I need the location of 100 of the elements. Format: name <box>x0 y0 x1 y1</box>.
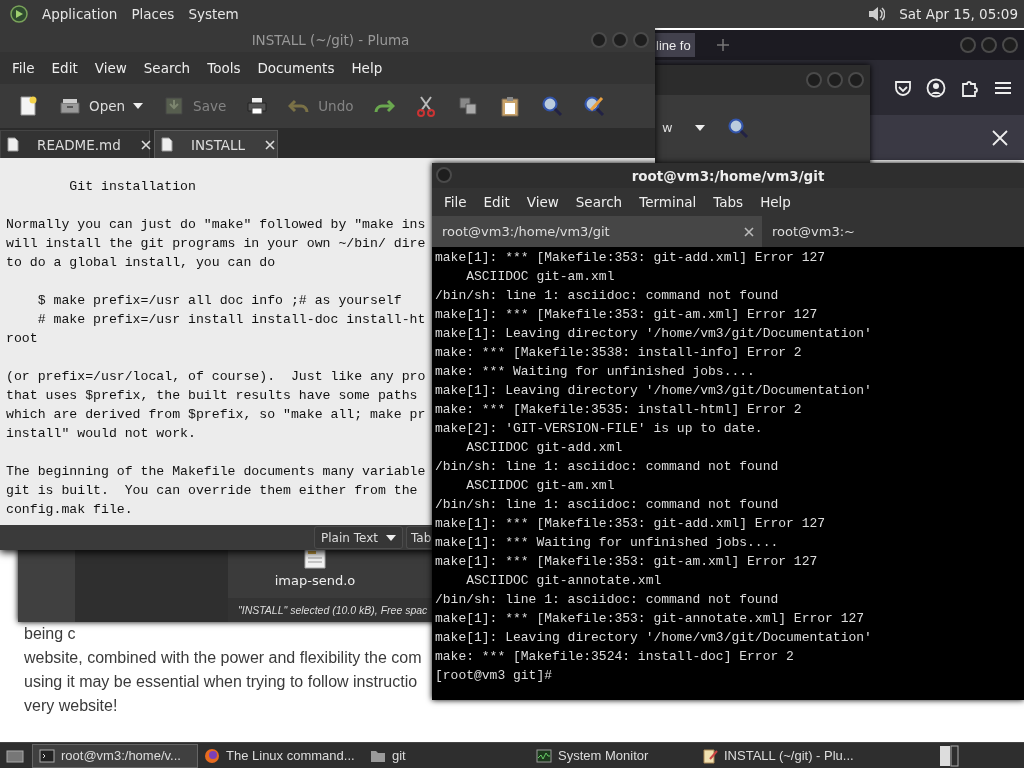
menu-item[interactable]: Help <box>760 194 791 210</box>
menu-item[interactable]: View <box>526 194 559 210</box>
menu-item[interactable]: Documents <box>257 60 335 76</box>
editor-line: which are derived from $prefix, so "make all; make pr <box>6 406 426 424</box>
tab-width-button[interactable]: Tab <box>405 526 432 549</box>
editor-line: The beginning of the Makefile documents many variable <box>6 463 426 481</box>
taskbar-item[interactable]: git <box>364 743 530 768</box>
panel-menu[interactable]: System <box>188 6 239 22</box>
document-tab[interactable]: INSTALL <box>154 130 278 158</box>
editor-line: Normally you can just do "make" followed by "make ins <box>6 216 426 234</box>
clock[interactable]: Sat Apr 15, 05:09 <box>899 6 1018 22</box>
close-icon[interactable] <box>744 226 754 237</box>
editor-line: (or prefix=/usr/local, of course). Just like any pro <box>6 368 426 386</box>
menu-item[interactable]: Tabs <box>713 194 744 210</box>
terminal-line: make[1]: *** [Makefile:353: git-am.xml] Error 127 <box>435 306 819 324</box>
terminal-line: ASCIIDOC git-am.xml <box>465 477 616 495</box>
open-button[interactable]: Open <box>50 88 153 124</box>
editor-line: to do a global install, you can do <box>6 254 276 272</box>
editor-line: $ make prefix=/usr all doc info ;# as yourself <box>36 292 402 310</box>
file-name[interactable]: imap-send.o <box>274 573 356 588</box>
caret-icon <box>133 103 144 109</box>
shield-icon[interactable] <box>894 78 912 97</box>
page-text: website, combined with the power and flexibility the com <box>24 648 422 668</box>
page-text: using it may be essential when trying to follow instructio <box>24 672 418 692</box>
terminal-line: [root@vm3 git]# <box>435 667 554 685</box>
terminal-line: make[1]: *** [Makefile:353: git-add.xml] Error 127 <box>435 249 827 267</box>
taskbar-label: System Monitor <box>558 748 649 763</box>
editor-line: will install the git programs in your own ~/bin/ dire <box>6 235 426 253</box>
menu-item[interactable]: Help <box>351 60 383 76</box>
search-icon <box>726 116 749 139</box>
terminal-icon <box>39 747 55 764</box>
editor-line: # make prefix=/usr install install-doc install-ht <box>36 311 426 329</box>
terminal-line: ASCIIDOC git-am.xml <box>465 268 616 286</box>
editor-line: that uses $prefix, the built results have some paths <box>6 387 418 405</box>
panel-menu[interactable]: Application <box>42 6 118 22</box>
terminal-line: make[1]: Leaving directory '/home/vm3/git/Documentation' <box>435 382 873 400</box>
taskbar-label: git <box>392 748 406 763</box>
menu-item[interactable]: Terminal <box>639 194 697 210</box>
desktop-icon <box>6 747 24 764</box>
terminal-line: make[1]: Leaving directory '/home/vm3/git/Documentation' <box>435 325 873 343</box>
editor-line: git is built. You can override them either from the <box>6 482 418 500</box>
page-text: being c <box>24 624 76 644</box>
terminal-line: make[1]: Leaving directory '/home/vm3/git/Documentation' <box>435 629 873 647</box>
taskbar-label: The Linux command... <box>226 748 355 763</box>
tab-label: root@vm3:~ <box>772 224 856 239</box>
browser-tab[interactable]: line fo <box>652 33 695 57</box>
taskbar-item[interactable]: root@vm3:/home/v... <box>32 743 198 768</box>
terminal-line: make: *** [Makefile:3524: install-doc] Error 2 <box>435 648 795 666</box>
terminal-line: make[2]: 'GIT-VERSION-FILE' is up to date. <box>435 420 764 438</box>
language-button[interactable]: Plain Text <box>314 526 403 549</box>
terminal-tab[interactable]: root@vm3:~ <box>762 216 1024 247</box>
document-icon <box>161 137 173 152</box>
taskbar-item[interactable]: The Linux command... <box>198 743 364 768</box>
globe-icon <box>204 747 220 764</box>
workspace-icon[interactable] <box>938 744 960 767</box>
menu-icon[interactable] <box>994 79 1012 96</box>
terminal-line: ASCIIDOC git-add.xml <box>465 439 624 457</box>
menu-item[interactable]: File <box>444 194 467 210</box>
taskbar-label: INSTALL (~/git) - Plu... <box>724 748 854 763</box>
menu-item[interactable]: Search <box>575 194 623 210</box>
terminal-line: /bin/sh: line 1: asciidoc: command not found <box>435 496 780 514</box>
menu-item[interactable]: View <box>94 60 127 76</box>
chart-icon <box>536 747 552 764</box>
terminal-line: /bin/sh: line 1: asciidoc: command not found <box>435 287 780 305</box>
editor-line: install" would not work. <box>6 425 196 443</box>
speaker-icon[interactable] <box>867 5 886 23</box>
page-text: very website! <box>24 696 118 716</box>
status-text: "INSTALL" selected (10.0 kB), Free spac <box>238 604 428 616</box>
search-pencil-icon <box>583 95 606 117</box>
close-icon[interactable] <box>265 139 276 150</box>
page-icon <box>17 95 39 117</box>
terminal-line: make: *** Waiting for unfinished jobs.... <box>435 363 756 381</box>
terminal-line: make: *** [Makefile:3538: install-info] Error 2 <box>435 344 803 362</box>
editor-line: Git installation <box>68 178 196 196</box>
taskbar-label: root@vm3:/home/v... <box>61 748 181 763</box>
printer-icon <box>246 95 269 117</box>
account-icon[interactable] <box>926 77 946 98</box>
tab-label: README.md <box>36 136 122 153</box>
taskbar-item[interactable]: INSTALL (~/git) - Plu... <box>696 743 862 768</box>
terminal-tab[interactable]: root@vm3:/home/vm3/git <box>432 216 762 247</box>
menu-item[interactable]: File <box>12 60 35 76</box>
window-title: INSTALL (~/git) - Pluma <box>250 32 411 48</box>
logo-icon[interactable] <box>10 5 28 23</box>
terminal-line: make[1]: *** [Makefile:353: git-annotate.xml] Error 127 <box>435 610 866 628</box>
tab-label: root@vm3:/home/vm3/git <box>442 224 611 239</box>
caret-icon <box>694 124 705 131</box>
menu-item[interactable]: Edit <box>51 60 78 76</box>
taskbar-item[interactable]: System Monitor <box>530 743 696 768</box>
search-icon <box>541 95 564 117</box>
notepad-icon <box>702 747 718 764</box>
document-tab[interactable]: README.md <box>0 130 150 158</box>
plus-icon[interactable] <box>716 39 729 51</box>
editor-line: config.mak file. <box>6 501 133 519</box>
panel-menu[interactable]: Places <box>131 6 175 22</box>
menu-item[interactable]: Tools <box>207 60 241 76</box>
menu-item[interactable]: Search <box>143 60 191 76</box>
window-title: root@vm3:/home/vm3/git <box>631 167 825 184</box>
terminal-line: /bin/sh: line 1: asciidoc: command not found <box>435 591 780 609</box>
menu-item[interactable]: Edit <box>483 194 510 210</box>
close-icon[interactable] <box>140 139 151 150</box>
